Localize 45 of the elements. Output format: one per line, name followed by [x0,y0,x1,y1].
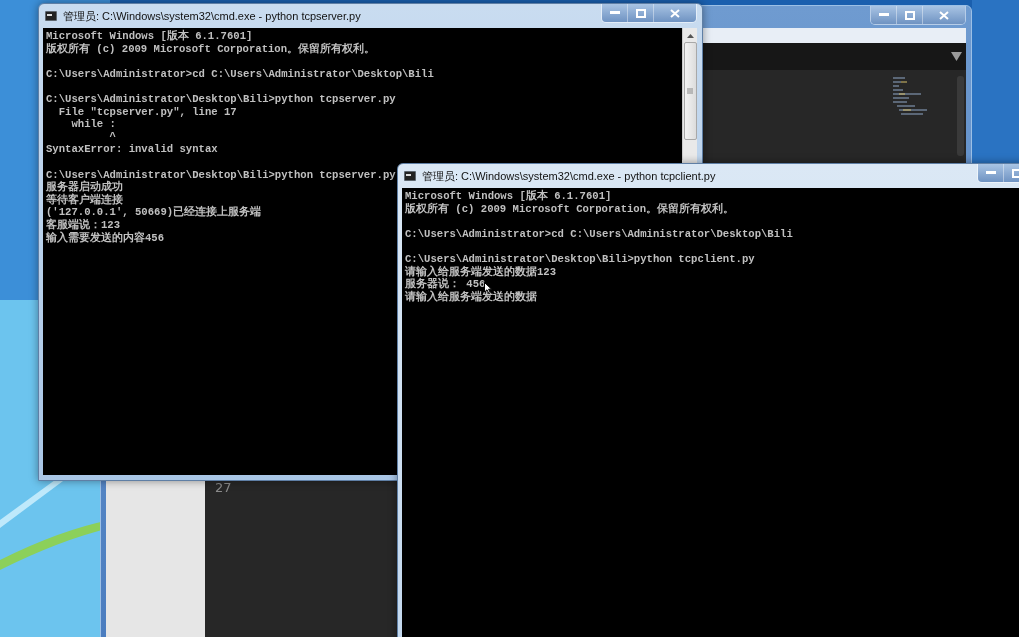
maximize-icon [635,8,646,18]
minimize-icon [609,11,620,15]
window-title: 管理员: C:\Windows\system32\cmd.exe - python tcpserver.py [63,8,361,24]
console-line: SyntaxError: invalid syntax [46,143,218,156]
console-line: C:\Users\Administrator>cd C:\Users\Administrator\Desktop\Bili [405,227,793,241]
console-line: Microsoft Windows [版本 6.1.7601] [405,190,612,203]
console-line: File "tcpserver.py", line 17 [57,105,237,119]
minimap-drawing [893,76,929,118]
close-button[interactable] [923,6,965,24]
grip-icon [687,88,693,94]
console-line: Microsoft Windows [版本 6.1.7601] [46,30,253,43]
console-line: 请输入给服务端发送的数据 [405,290,537,304]
console-line: 等待客户端连接 [46,193,123,207]
maximize-icon [1011,168,1019,178]
console-line: 输入需要发送的内容456 [46,231,165,245]
console-line: 版权所有 (c) 2009 Microsoft Corporation。保留所有权利。 [405,202,735,216]
scrollbar[interactable] [682,28,697,160]
console-line: 服务器启动成功 [46,181,123,194]
console-line: C:\Users\Administrator\Desktop\Bili>python tcpclient.py [405,252,755,266]
scroll-up-icon[interactable] [686,34,694,38]
console-line: C:\Users\Administrator\Desktop\Bili>python tcpserver.py [46,168,396,181]
console-line: ('127.0.0.1', 50669)已经连接上服务端 [46,206,262,219]
scrollbar-thumb[interactable] [683,42,697,140]
close-icon [670,8,680,18]
dropdown-icon[interactable] [951,52,962,61]
minimize-button[interactable] [978,164,1004,182]
minimize-button[interactable] [871,6,897,24]
maximize-button[interactable] [897,6,923,24]
maximize-button[interactable] [628,4,654,22]
console-line: 请输入给服务端发送的数据123 [405,265,557,278]
console-line: while : [70,118,116,131]
minimize-button[interactable] [602,4,628,22]
line-number: 27 [215,480,232,496]
console-line: ^ [108,130,116,144]
window-title: 管理员: C:\Windows\system32\cmd.exe - python tcpclient.py [422,168,716,184]
close-icon [939,10,949,20]
console-line: 版权所有 (c) 2009 Microsoft Corporation。保留所有权利。 [46,42,376,56]
console-line: C:\Users\Administrator>cd C:\Users\Administrator\Desktop\Bili [46,67,434,81]
close-button[interactable] [654,4,696,22]
console-icon [404,171,416,181]
console-icon [45,11,57,21]
maximize-icon [904,10,915,20]
minimize-icon [878,13,889,17]
console-line: C:\Users\Administrator\Desktop\Bili>python tcpserver.py [46,92,396,106]
console-line: 客服端说：123 [46,218,121,231]
